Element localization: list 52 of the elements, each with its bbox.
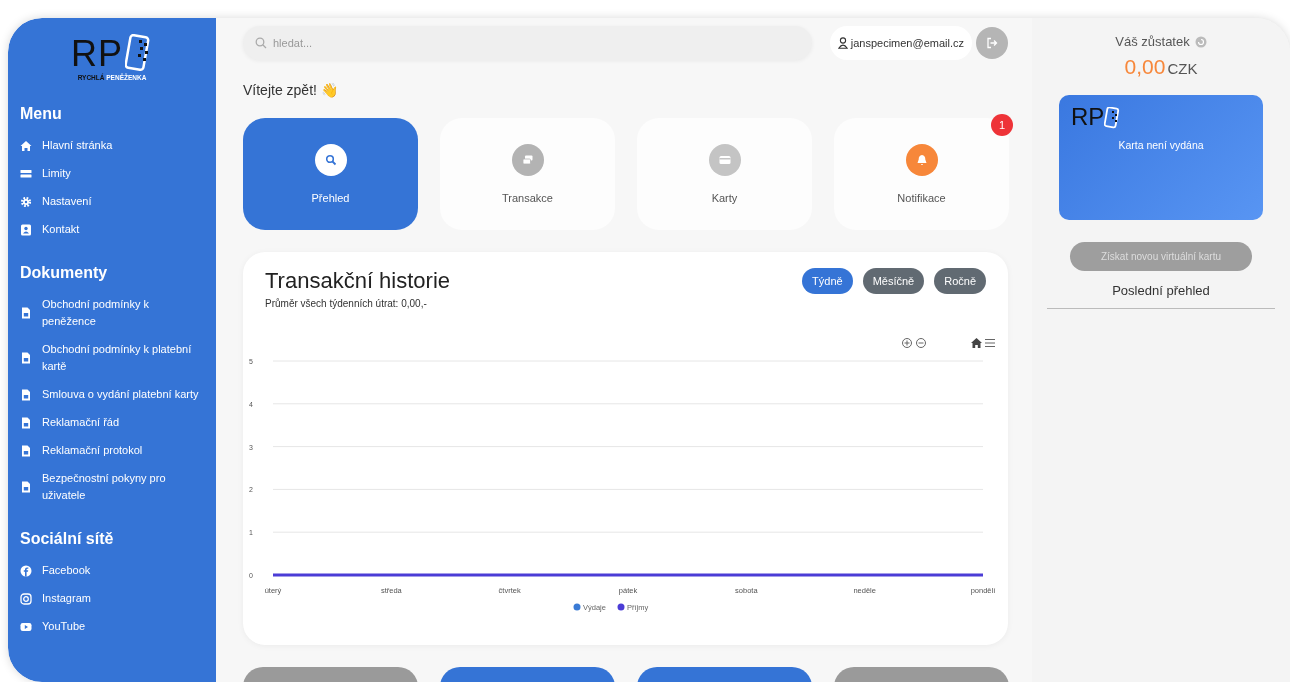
- notification-count: 1: [991, 114, 1013, 136]
- document-icon: [20, 307, 32, 319]
- document-icon: [20, 444, 32, 457]
- sidebar-item[interactable]: Reklamační protokol: [20, 442, 204, 459]
- user-account[interactable]: janspecimen@email.cz: [829, 26, 972, 60]
- period-tab[interactable]: Ročně: [934, 268, 986, 294]
- card-status-text: Karta není vydána: [1117, 139, 1205, 151]
- sidebar-item[interactable]: Smlouva o vydání platební karty: [20, 386, 204, 403]
- section-heading: Sociální sítě: [20, 530, 115, 548]
- logo: RP: [1071, 105, 1121, 129]
- gear-icon: [20, 195, 32, 208]
- section-heading: Dokumenty: [20, 264, 109, 282]
- period-tab[interactable]: Měsíčně: [862, 268, 925, 294]
- search-field[interactable]: hledat...: [243, 26, 812, 60]
- instagram-icon: [20, 592, 32, 605]
- sidebar-item[interactable]: Obchodní podmínky k peněžence: [20, 296, 204, 330]
- contact-card-icon: [20, 223, 32, 236]
- user-icon: [837, 37, 848, 49]
- youtube-icon: [20, 620, 32, 633]
- document-icon: [20, 481, 32, 493]
- section-heading: Menu: [20, 105, 63, 123]
- home-icon[interactable]: [971, 338, 982, 348]
- menu-icon[interactable]: [984, 338, 996, 348]
- sidebar-item[interactable]: Kontakt: [20, 221, 204, 238]
- section-heading: Poslední přehled: [1112, 283, 1210, 298]
- nav-tile[interactable]: Karty: [637, 118, 812, 230]
- nav-tile[interactable]: Přehled: [243, 118, 418, 230]
- sidebar-item[interactable]: Nastavení: [20, 193, 204, 210]
- period-tab[interactable]: Týdně: [802, 268, 853, 294]
- document-icon: [20, 352, 32, 364]
- home-icon: [20, 139, 32, 152]
- sidebar-item[interactable]: Limity: [20, 165, 204, 182]
- zoom-in-icon[interactable]: [902, 338, 912, 348]
- welcome-text: Vítejte zpět! 👋: [243, 82, 339, 98]
- card-stack-icon: [20, 167, 32, 180]
- sidebar-item[interactable]: Instagram: [20, 590, 204, 607]
- sidebar-item[interactable]: Facebook: [20, 562, 204, 579]
- facebook-icon: [20, 564, 32, 577]
- sidebar-item[interactable]: Reklamační řád: [20, 414, 204, 431]
- sidebar-item[interactable]: Hlavní stránka: [20, 137, 204, 154]
- document-icon: [20, 416, 32, 429]
- sidebar-item[interactable]: Bezpečnostní pokyny pro uživatele: [20, 470, 204, 504]
- document-icon: [20, 388, 32, 401]
- sidebar-item[interactable]: Obchodní podmínky k platební kartě: [20, 341, 204, 375]
- logout-icon: [986, 37, 998, 49]
- zoom-out-icon[interactable]: [916, 338, 926, 348]
- balance-amount: 0,00CZK: [1124, 55, 1198, 79]
- nav-tile[interactable]: Transakce: [440, 118, 615, 230]
- average-spend-text: Průměr všech týdenních útrat: 0,00,-: [265, 298, 428, 309]
- sidebar-item[interactable]: YouTube: [20, 618, 204, 635]
- balance-label: Váš zůstatek: [1115, 34, 1207, 49]
- card-title: Transakční historie: [265, 268, 451, 294]
